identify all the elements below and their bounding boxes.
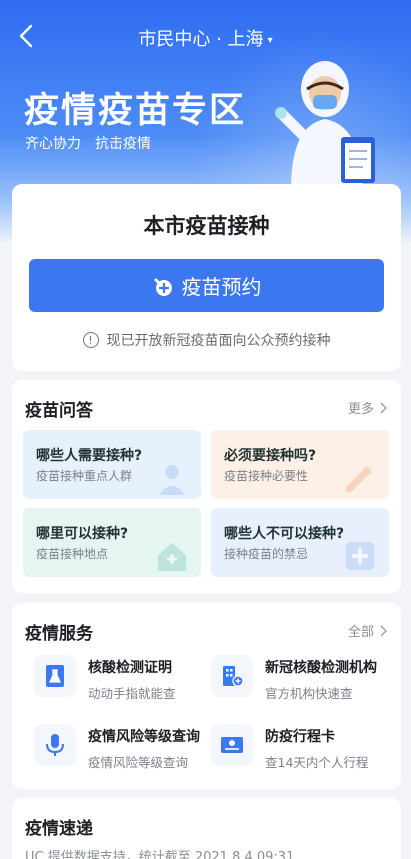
epidemic-news-card: 疫情速递 UC 提供数据支持，统计截至 2021.8.4 09:31 — [12, 798, 401, 859]
slogan-right: 抗击疫情 — [95, 136, 151, 152]
vaccine-booking-label: 疫苗预约 — [181, 275, 262, 299]
service-icon-wrap — [34, 724, 76, 766]
city-label: 市民中心 · 上海 — [138, 29, 264, 50]
doctor-illustration-icon — [275, 61, 375, 190]
news-source-note: UC 提供数据支持，统计截至 2021.8.4 09:31 — [25, 850, 295, 859]
page-title: 疫情疫苗专区 — [24, 91, 247, 131]
qa-tile-sub: 疫苗接种重点人群 — [36, 469, 133, 483]
chevron-right-icon — [380, 402, 387, 413]
vaccine-qa-card: 疫苗问答 更多 哪些人需要接种? 疫苗接种重点人群 必须要接种吗? 疫苗接种必要… — [12, 380, 401, 593]
qa-tile-who-needs[interactable]: 哪些人需要接种? 疫苗接种重点人群 — [23, 430, 201, 499]
service-test-institutions[interactable]: 新冠核酸检测机构 官方机构快速查 — [211, 655, 377, 702]
city-selector[interactable]: 市民中心 · 上海 ▾ — [0, 25, 411, 51]
service-sub: 查14天内个人行程 — [265, 755, 369, 770]
vaccine-card-title: 本市疫苗接种 — [143, 214, 270, 238]
qa-tile-who-not[interactable]: 哪些人不可以接种? 接种疫苗的禁忌 — [211, 508, 389, 577]
service-icon-wrap — [34, 655, 76, 697]
test-tube-icon — [46, 665, 64, 687]
qa-tile-must[interactable]: 必须要接种吗? 疫苗接种必要性 — [211, 430, 389, 499]
microphone-icon — [46, 734, 64, 756]
service-travel-card[interactable]: 防疫行程卡 查14天内个人行程 — [211, 724, 368, 771]
service-nucleic-test-cert[interactable]: 核酸检测证明 动动手指就能查 — [34, 655, 176, 702]
qa-more-label: 更多 — [347, 402, 374, 417]
service-title: 核酸检测证明 — [88, 660, 172, 676]
services-all-label: 全部 — [347, 625, 374, 640]
building-icon — [223, 666, 244, 687]
medical-cross-icon — [346, 542, 374, 570]
qa-tile-sub: 疫苗接种必要性 — [224, 469, 309, 483]
hero-slogan: 齐心协力 抗击疫情 — [25, 133, 151, 153]
qa-tile-title: 哪里可以接种? — [36, 526, 129, 542]
service-icon-wrap — [211, 655, 253, 697]
qa-tile-title: 哪些人不可以接种? — [224, 526, 345, 542]
service-sub: 官方机构快速查 — [265, 686, 353, 701]
epidemic-services-card: 疫情服务 全部 核酸检测证明 动动手指就能查 新冠核酸检测机构 官方机构快速查 … — [12, 603, 401, 789]
service-title: 疫情风险等级查询 — [88, 729, 200, 745]
booking-notice-text: 现已开放新冠疫苗面向公众预约接种 — [106, 333, 331, 349]
id-card-icon — [221, 737, 243, 753]
service-sub: 动动手指就能查 — [88, 686, 176, 701]
slogan-left: 齐心协力 — [25, 136, 81, 152]
qa-tile-where[interactable]: 哪里可以接种? 疫苗接种地点 — [23, 508, 201, 577]
services-all-link[interactable]: 全部 — [348, 621, 388, 640]
qa-tile-title: 哪些人需要接种? — [36, 448, 143, 464]
qa-tile-sub: 疫苗接种地点 — [36, 547, 109, 561]
vaccine-card: 本市疫苗接种 疫苗预约 ! 现已开放新冠疫苗面向公众预约接种 — [12, 184, 401, 371]
news-section-title: 疫情速递 — [25, 819, 93, 839]
caret-down-icon: ▾ — [267, 35, 273, 46]
services-section-title: 疫情服务 — [25, 624, 93, 644]
service-title: 防疫行程卡 — [265, 729, 335, 745]
qa-more-link[interactable]: 更多 — [348, 398, 388, 417]
syringe-icon — [154, 278, 172, 296]
chevron-right-icon — [380, 625, 387, 636]
vaccine-booking-button[interactable]: 疫苗预约 — [29, 259, 384, 312]
service-risk-level[interactable]: 疫情风险等级查询 疫情风险等级查询 — [34, 724, 200, 771]
qa-section-title: 疫苗问答 — [25, 401, 93, 421]
syringe-deco-icon — [345, 465, 373, 493]
service-sub: 疫情风险等级查询 — [88, 755, 189, 770]
info-icon: ! — [82, 332, 99, 348]
service-title: 新冠核酸检测机构 — [265, 660, 377, 676]
qa-tile-title: 必须要接种吗? — [224, 448, 317, 464]
person-icon — [159, 465, 185, 495]
service-icon-wrap — [211, 724, 253, 766]
booking-notice: ! 现已开放新冠疫苗面向公众预约接种 — [12, 330, 401, 350]
hospital-icon — [158, 543, 186, 571]
qa-tile-sub: 接种疫苗的禁忌 — [224, 547, 309, 561]
